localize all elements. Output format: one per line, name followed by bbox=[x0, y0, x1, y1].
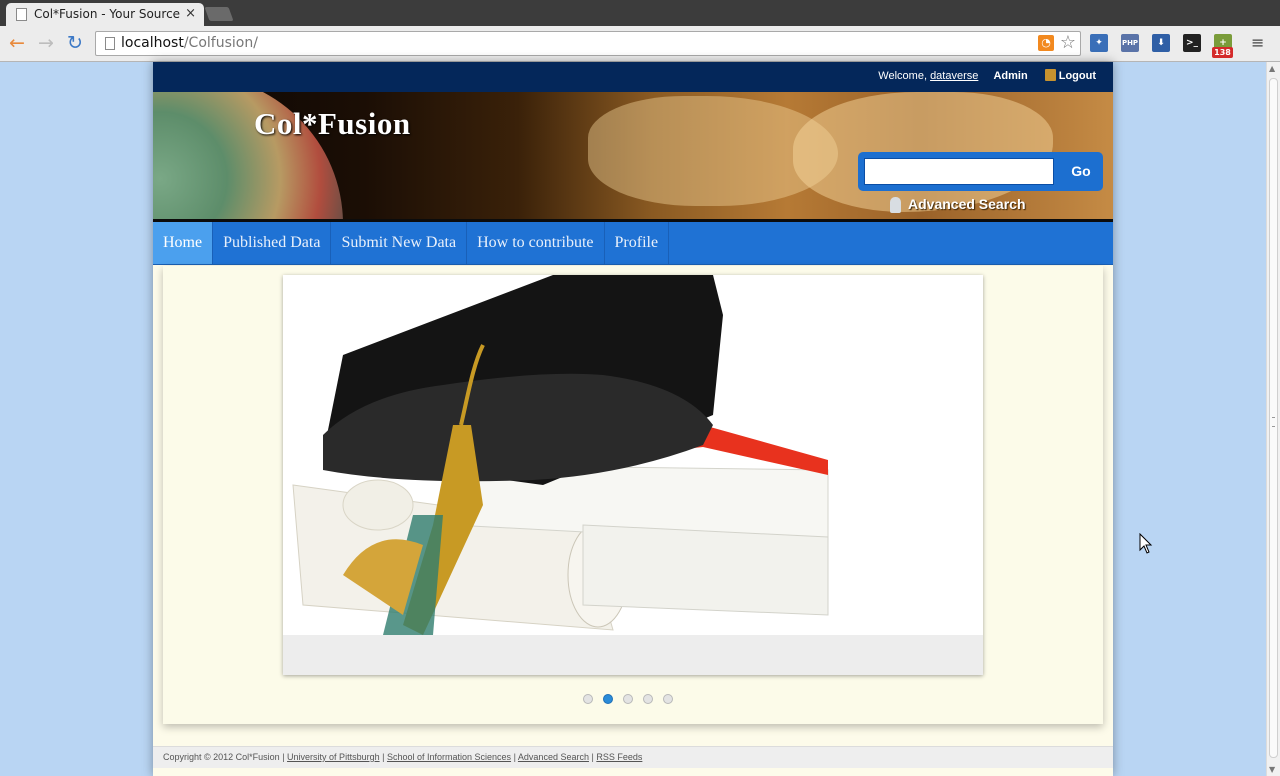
slider-dot[interactable] bbox=[623, 694, 633, 704]
copyright-text: Copyright © 2012 Col*Fusion | bbox=[163, 752, 285, 762]
slider-pagination bbox=[583, 689, 683, 704]
logout-link[interactable]: Logout bbox=[1059, 70, 1096, 82]
browser-tabstrip: Col*Fusion - Your Source f × bbox=[0, 0, 1280, 26]
reload-icon[interactable]: ↻ bbox=[64, 32, 86, 54]
nav-item-profile[interactable]: Profile bbox=[605, 222, 670, 264]
url-text[interactable]: localhost/Colfusion/ bbox=[121, 32, 258, 55]
user-topbar: Welcome, dataverse Admin Logout bbox=[153, 62, 1113, 92]
tab-close-icon[interactable]: × bbox=[185, 7, 196, 21]
url-path: /Colfusion/ bbox=[183, 35, 258, 51]
extension-puzzle-icon[interactable]: ✦ bbox=[1090, 34, 1108, 52]
footer-link-advanced-search[interactable]: Advanced Search bbox=[518, 752, 589, 762]
footer-link-rss-feeds[interactable]: RSS Feeds bbox=[596, 752, 642, 762]
tab-title: Col*Fusion - Your Source f bbox=[34, 7, 180, 21]
page-favicon-icon bbox=[16, 8, 27, 21]
nav-item-how-to-contribute[interactable]: How to contribute bbox=[467, 222, 605, 264]
mouse-cursor-icon bbox=[1139, 533, 1153, 554]
user-links: Welcome, dataverse Admin Logout bbox=[878, 62, 1096, 90]
slider-dot[interactable] bbox=[583, 694, 593, 704]
forward-arrow-icon[interactable]: → bbox=[35, 32, 57, 54]
slider-dot-active[interactable] bbox=[603, 694, 613, 704]
page-viewport: Welcome, dataverse Admin Logout Col*Fusi… bbox=[0, 62, 1266, 776]
advanced-search-icon bbox=[890, 197, 901, 213]
slide-caption-bar bbox=[283, 635, 983, 675]
url-host: localhost bbox=[121, 35, 184, 51]
image-slider[interactable] bbox=[283, 275, 983, 675]
terminal-icon[interactable]: >_ bbox=[1183, 34, 1201, 52]
page-icon bbox=[105, 37, 115, 50]
vertical-scrollbar[interactable]: ▲ ▼ bbox=[1266, 62, 1280, 776]
back-arrow-icon[interactable]: ← bbox=[6, 32, 28, 54]
welcome-text: Welcome, bbox=[878, 70, 927, 82]
scrollbar-grip bbox=[1272, 417, 1275, 427]
advanced-search-link[interactable]: Advanced Search bbox=[908, 196, 1026, 212]
search-box: Go bbox=[858, 152, 1103, 191]
browser-toolbar: ← → ↻ localhost/Colfusion/ ◔ ☆ ✦ PHP ⬇ >… bbox=[0, 26, 1280, 62]
slider-dot[interactable] bbox=[663, 694, 673, 704]
slider-dot[interactable] bbox=[643, 694, 653, 704]
graduation-cap-books-image bbox=[292, 275, 829, 635]
main-content bbox=[163, 266, 1103, 724]
scroll-down-arrow-icon[interactable]: ▼ bbox=[1269, 765, 1275, 774]
footer-link-school[interactable]: School of Information Sciences bbox=[387, 752, 511, 762]
download-icon[interactable]: ⬇ bbox=[1152, 34, 1170, 52]
nav-item-submit-new-data[interactable]: Submit New Data bbox=[331, 222, 468, 264]
username-link[interactable]: dataverse bbox=[930, 70, 978, 82]
star-icon[interactable]: ☆ bbox=[1060, 33, 1076, 53]
php-extension-icon[interactable]: PHP bbox=[1121, 34, 1139, 52]
rss-icon[interactable]: ◔ bbox=[1038, 35, 1054, 51]
logout-door-icon[interactable] bbox=[1044, 69, 1056, 81]
address-bar[interactable]: localhost/Colfusion/ ◔ ☆ bbox=[95, 31, 1081, 56]
search-input[interactable] bbox=[864, 158, 1054, 185]
page-container: Welcome, dataverse Admin Logout Col*Fusi… bbox=[153, 62, 1113, 776]
scrollbar-thumb[interactable] bbox=[1269, 78, 1278, 758]
go-button[interactable]: Go bbox=[1059, 152, 1103, 191]
hamburger-menu-icon[interactable]: ≡ bbox=[1251, 35, 1265, 51]
nav-item-home[interactable]: Home bbox=[153, 222, 214, 264]
footer-separator: | bbox=[591, 752, 594, 762]
admin-link[interactable]: Admin bbox=[993, 70, 1027, 82]
new-tab-button[interactable] bbox=[204, 7, 234, 21]
site-banner: Col*Fusion Go Advanced Search bbox=[153, 92, 1113, 222]
scroll-up-arrow-icon[interactable]: ▲ bbox=[1269, 64, 1275, 73]
footer-separator: | bbox=[382, 752, 385, 762]
footer-separator: | bbox=[513, 752, 516, 762]
footer-link-university[interactable]: University of Pittsburgh bbox=[287, 752, 380, 762]
page-footer: Copyright © 2012 Col*Fusion | University… bbox=[153, 746, 1113, 768]
nav-item-published-data[interactable]: Published Data bbox=[213, 222, 332, 264]
browser-tab[interactable]: Col*Fusion - Your Source f × bbox=[6, 3, 204, 26]
site-title[interactable]: Col*Fusion bbox=[254, 106, 411, 142]
main-nav: Home Published Data Submit New Data How … bbox=[153, 222, 1113, 265]
extension-badge: 138 bbox=[1212, 47, 1233, 58]
